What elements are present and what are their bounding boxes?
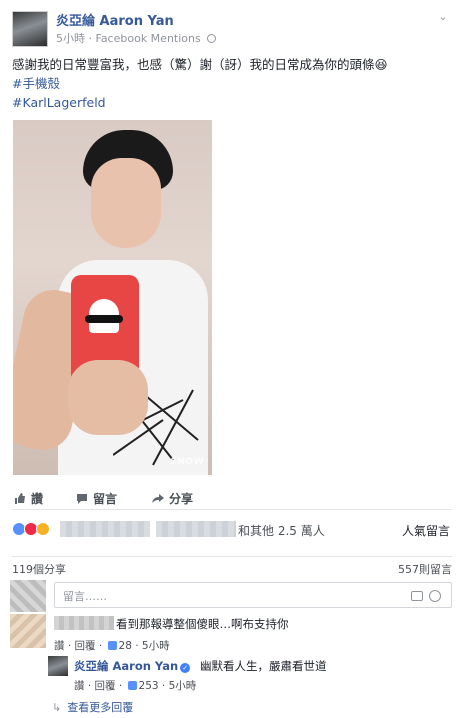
post-meta: 5小時 · Facebook Mentions	[56, 30, 217, 46]
like-button[interactable]: 讚	[14, 490, 43, 507]
comment-sort-dropdown[interactable]: 人氣留言	[402, 522, 450, 539]
reply-author-name: 炎亞綸 Aaron Yan	[74, 659, 179, 673]
reply-item: 炎亞綸 Aaron Yan ✓ 幽默看人生，嚴肅看世道 讚 · 回覆 · 253 …	[48, 656, 454, 694]
post-time[interactable]: 5小時	[56, 32, 85, 45]
commenter-avatar[interactable]	[10, 614, 46, 648]
comment-input[interactable]: 留言……	[54, 582, 452, 608]
comment-text: 看到那報導整個傻眼…啊布支持你	[116, 617, 289, 631]
like-label: 讚	[31, 492, 44, 506]
camera-icon[interactable]	[411, 591, 423, 601]
facebook-post: 炎亞綸 Aaron Yan 5小時 · Facebook Mentions ⌄ …	[0, 0, 464, 718]
reply-actions: 讚 · 回覆 · 253 · 5小時	[74, 680, 197, 692]
hashtag-karl-lagerfeld[interactable]: #KarlLagerfeld	[12, 93, 452, 112]
comment-like-count[interactable]: 28	[119, 640, 132, 652]
post-photo[interactable]: SNOW	[13, 120, 212, 475]
snow-watermark: SNOW	[170, 457, 204, 467]
viewer-avatar	[10, 580, 46, 612]
author-reply-avatar[interactable]	[48, 656, 68, 676]
commenter-name-blurred	[54, 616, 114, 630]
thumbs-up-icon	[15, 493, 25, 504]
reply-author[interactable]: 炎亞綸 Aaron Yan ✓	[74, 658, 191, 674]
reply-reply-link[interactable]: 回覆	[95, 680, 116, 692]
reply-time[interactable]: 5小時	[169, 680, 197, 692]
face	[91, 158, 161, 248]
view-more-label: 查看更多回覆	[67, 701, 134, 714]
post-body: 感謝我的日常豐富我，也感（驚）謝（訝）我的日常成為你的頭條😆	[12, 57, 388, 72]
post-header: 炎亞綸 Aaron Yan 5小時 · Facebook Mentions ⌄	[12, 8, 452, 48]
reply-arrow-icon: ↳	[52, 701, 62, 714]
reply-like-link[interactable]: 讚	[74, 680, 85, 692]
blurred-names	[156, 521, 236, 537]
author-avatar[interactable]	[12, 11, 48, 47]
author-name[interactable]: 炎亞綸 Aaron Yan	[56, 10, 174, 29]
thumbs-up-icon	[107, 641, 117, 650]
comment-reply-link[interactable]: 回覆	[75, 640, 96, 652]
share-label: 分享	[169, 492, 194, 506]
thumbs-up-icon	[127, 681, 137, 690]
blurred-names	[60, 521, 150, 537]
post-actions: 讚 留言 分享	[12, 488, 452, 510]
comment-like-link[interactable]: 讚	[54, 640, 65, 652]
reactions-bar[interactable]: 和其他 2.5 萬人 人氣留言	[10, 518, 454, 544]
share-icon	[152, 494, 164, 503]
comment-button[interactable]: 留言	[76, 490, 117, 507]
share-button[interactable]: 分享	[152, 490, 193, 507]
comment-count[interactable]: 557則留言	[398, 561, 452, 577]
comment-icon	[77, 494, 87, 504]
sunglasses-graphic	[85, 315, 123, 323]
hashtag-phone-case[interactable]: #手機殼	[12, 74, 452, 93]
comment-actions: 讚 · 回覆 · 28 · 5小時	[54, 640, 170, 652]
haha-reaction-icon	[36, 522, 50, 536]
share-count[interactable]: 119個分享	[12, 563, 66, 576]
chevron-down-icon[interactable]: ⌄	[436, 10, 450, 24]
reaction-count: 和其他 2.5 萬人	[238, 524, 325, 538]
verified-badge-icon: ✓	[180, 663, 191, 673]
globe-icon	[207, 34, 217, 43]
comment-item: 看到那報導整個傻眼…啊布支持你 讚 · 回覆 · 28 · 5小時	[10, 614, 454, 654]
view-more-replies[interactable]: ↳ 查看更多回覆	[52, 699, 133, 715]
comment-composer: 留言……	[10, 580, 454, 612]
engagement-counts: 119個分享 557則留言	[12, 556, 452, 577]
post-source[interactable]: Facebook Mentions	[96, 32, 201, 45]
post-text: 感謝我的日常豐富我，也感（驚）謝（訝）我的日常成為你的頭條😆 #手機殼 #Kar…	[12, 55, 452, 112]
reply-like-count[interactable]: 253	[139, 680, 159, 692]
hand	[68, 360, 148, 435]
emoji-icon[interactable]	[429, 590, 441, 602]
comment-label: 留言	[93, 492, 118, 506]
comment-time[interactable]: 5小時	[142, 640, 170, 652]
comment-placeholder: 留言……	[63, 590, 107, 603]
reply-text: 幽默看人生，嚴肅看世道	[200, 659, 327, 673]
